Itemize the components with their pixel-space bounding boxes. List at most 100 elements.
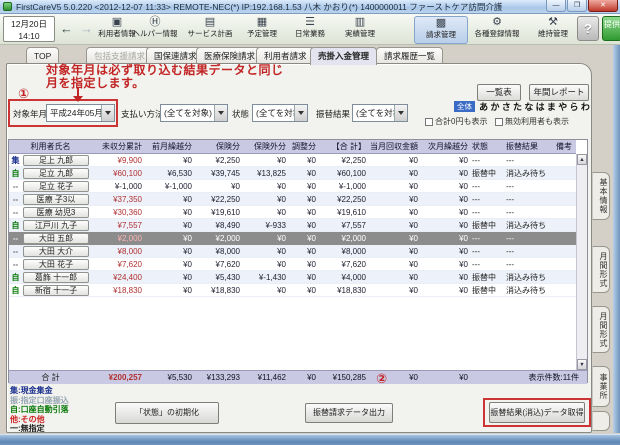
column-header: 振替結果 <box>506 141 556 152</box>
table-row[interactable]: 自新宿 十一子¥18,830¥0¥18,830¥0¥0¥18,830¥0¥0振替… <box>9 284 576 297</box>
vertical-scrollbar[interactable]: ▲ ▼ <box>576 154 587 370</box>
kana-letter-や[interactable]: や <box>557 100 568 113</box>
nav-helper[interactable]: Ⓗヘルパー情報 <box>129 16 181 44</box>
side-tab-基本情報[interactable]: 基本情報 <box>592 172 610 220</box>
transfer-result-cell: 消込み待ち <box>506 285 556 296</box>
table-row[interactable]: 自葛飾 十一郎¥24,400¥0¥5,430¥-1,430¥0¥4,000¥0¥… <box>9 271 576 284</box>
amount-cell: ¥8,000 <box>92 247 146 256</box>
amount-cell: ¥0 <box>290 286 320 295</box>
side-tab-事業所[interactable]: 事業所 <box>592 366 610 407</box>
chevron-down-icon[interactable] <box>214 105 227 121</box>
payment-method-select[interactable]: (全てを対象) <box>160 104 228 122</box>
amount-cell: ¥0 <box>146 234 196 243</box>
nav-wrench[interactable]: ⚒維持管理 <box>527 16 579 44</box>
nav-gear[interactable]: ⚙各種登録情報 <box>467 16 527 44</box>
provide-button[interactable]: 提供 <box>602 16 620 41</box>
nav-billing[interactable]: ▩請求管理 <box>414 16 468 44</box>
payment-type-marker: -- <box>9 195 22 204</box>
help-button[interactable]: ? <box>577 16 599 41</box>
chevron-down-icon[interactable] <box>294 105 307 121</box>
amount-cell: ¥8,000 <box>320 247 370 256</box>
checkbox-label: 無効利用者も表示 <box>505 116 569 127</box>
amount-cell: ¥8,490 <box>196 221 244 230</box>
table-row[interactable]: 集足上 九郎¥9,900¥0¥2,250¥0¥0¥2,250¥0¥0------ <box>9 154 576 167</box>
kana-filter: 全体 あかさたなはまやらわ <box>454 100 591 113</box>
table-row[interactable]: --足立 花子¥-1,000¥-1,000¥0¥0¥0¥-1,000¥0¥0--… <box>9 180 576 193</box>
nav-label: 日常業務 <box>284 29 336 38</box>
init-status-button[interactable]: 「状態」の初期化 <box>115 402 219 424</box>
show-zero-total-checkbox[interactable]: 合計0円も表示 <box>425 116 487 127</box>
total-amount: ¥200,257 <box>92 373 146 382</box>
scroll-down-icon[interactable]: ▼ <box>577 359 587 370</box>
table-row[interactable]: --医療 幼児3¥30,360¥0¥19,610¥0¥0¥19,610¥0¥0-… <box>9 206 576 219</box>
legend-item: 集:現金集金 <box>10 386 69 396</box>
maximize-button[interactable]: ❐ <box>567 0 587 12</box>
kana-letter-は[interactable]: は <box>534 100 545 113</box>
tab-請求履歴一覧[interactable]: 請求履歴一覧 <box>376 47 443 64</box>
name-cell: 大田 花子 <box>22 259 92 270</box>
back-arrow-icon[interactable]: ← <box>60 21 73 36</box>
kana-letter-わ[interactable]: わ <box>580 100 591 113</box>
user-name-button[interactable]: 足上 九郎 <box>23 155 89 166</box>
user-name-button[interactable]: 足立 花子 <box>23 181 89 192</box>
table-row[interactable]: --大田 大介¥8,000¥0¥8,000¥0¥0¥8,000¥0¥0-----… <box>9 245 576 258</box>
user-name-button[interactable]: 医療 子3以 <box>23 194 89 205</box>
kana-letter-さ[interactable]: さ <box>501 100 512 113</box>
nav-service-plan[interactable]: ▤サービス計画 <box>184 16 236 44</box>
user-name-button[interactable]: 葛飾 十一郎 <box>23 272 89 283</box>
amount-cell: ¥0 <box>422 247 472 256</box>
table-row[interactable]: --大田 五郎¥2,000¥0¥2,000¥0¥0¥2,000¥0¥0-----… <box>9 232 576 245</box>
column-header: 利用者氏名 <box>9 141 92 152</box>
user-name-button[interactable]: 江戸川 九子 <box>23 220 89 231</box>
user-name-button[interactable]: 新宿 十一子 <box>23 285 89 296</box>
user-name-button[interactable]: 医療 幼児3 <box>23 207 89 218</box>
amount-cell: ¥-933 <box>244 221 290 230</box>
show-inactive-users-checkbox[interactable]: 無効利用者も表示 <box>495 116 569 127</box>
total-amount: ¥11,462 <box>244 373 290 382</box>
nav-results[interactable]: ▥実績管理 <box>334 16 386 44</box>
date-clock[interactable]: 12月20日 14:10 <box>3 16 55 42</box>
kana-letter-ら[interactable]: ら <box>568 100 579 113</box>
kana-letter-た[interactable]: た <box>512 100 523 113</box>
amount-cell: ¥0 <box>146 273 196 282</box>
scroll-up-icon[interactable]: ▲ <box>577 154 587 165</box>
minimize-button[interactable]: — <box>546 0 566 12</box>
kana-letter-ま[interactable]: ま <box>546 100 557 113</box>
annotation-line2: 月を指定します。 <box>46 74 145 91</box>
nav-calendar[interactable]: ▦予定管理 <box>236 16 288 44</box>
chevron-down-icon[interactable] <box>394 105 407 121</box>
status-select[interactable]: (全てを対象) <box>252 104 308 122</box>
amount-cell: ¥-1,000 <box>92 182 146 191</box>
annual-report-button[interactable]: 年間レポート <box>529 84 589 101</box>
list-report-button[interactable]: 一覧表 <box>477 84 521 101</box>
export-transfer-data-button[interactable]: 振替請求データ出力 <box>305 403 393 423</box>
user-name-button[interactable]: 足立 九郎 <box>23 168 89 179</box>
checkbox-icon[interactable] <box>495 118 503 126</box>
transfer-result-select[interactable]: (全てを対象) <box>352 104 408 122</box>
kana-letter-か[interactable]: か <box>489 100 500 113</box>
amount-cell: ¥0 <box>422 260 472 269</box>
amount-cell: ¥2,000 <box>320 234 370 243</box>
amount-cell: ¥0 <box>290 260 320 269</box>
nav-daily-work[interactable]: ☰日常業務 <box>284 16 336 44</box>
table-row[interactable]: --大田 花子¥7,620¥0¥7,620¥0¥0¥7,620¥0¥0-----… <box>9 258 576 271</box>
table-row[interactable]: 自足立 九郎¥60,100¥6,530¥39,745¥13,825¥0¥60,1… <box>9 167 576 180</box>
name-cell: 足上 九郎 <box>22 155 92 166</box>
results-icon: ▥ <box>334 16 386 29</box>
table-row[interactable]: --医療 子3以¥37,350¥0¥22,250¥0¥0¥22,250¥0¥0-… <box>9 193 576 206</box>
name-cell: 大田 大介 <box>22 246 92 257</box>
kana-letter-な[interactable]: な <box>523 100 534 113</box>
user-name-button[interactable]: 大田 大介 <box>23 246 89 257</box>
side-tab-月間形式[interactable]: 月間形式 <box>592 246 610 293</box>
amount-cell: ¥0 <box>370 208 422 217</box>
checkbox-icon[interactable] <box>425 118 433 126</box>
close-button[interactable]: ✕ <box>588 0 618 12</box>
table-row[interactable]: 自江戸川 九子¥7,557¥0¥8,490¥-933¥0¥7,557¥0¥0振替… <box>9 219 576 232</box>
kana-all-button[interactable]: 全体 <box>454 101 475 112</box>
tab-売掛入金管理[interactable]: 売掛入金管理 <box>310 47 377 65</box>
user-name-button[interactable]: 大田 五郎 <box>23 233 89 244</box>
side-tab-月間形式[interactable]: 月間形式 <box>592 306 610 353</box>
user-name-button[interactable]: 大田 花子 <box>23 259 89 270</box>
amount-cell: ¥0 <box>290 234 320 243</box>
kana-letter-あ[interactable]: あ <box>478 100 489 113</box>
